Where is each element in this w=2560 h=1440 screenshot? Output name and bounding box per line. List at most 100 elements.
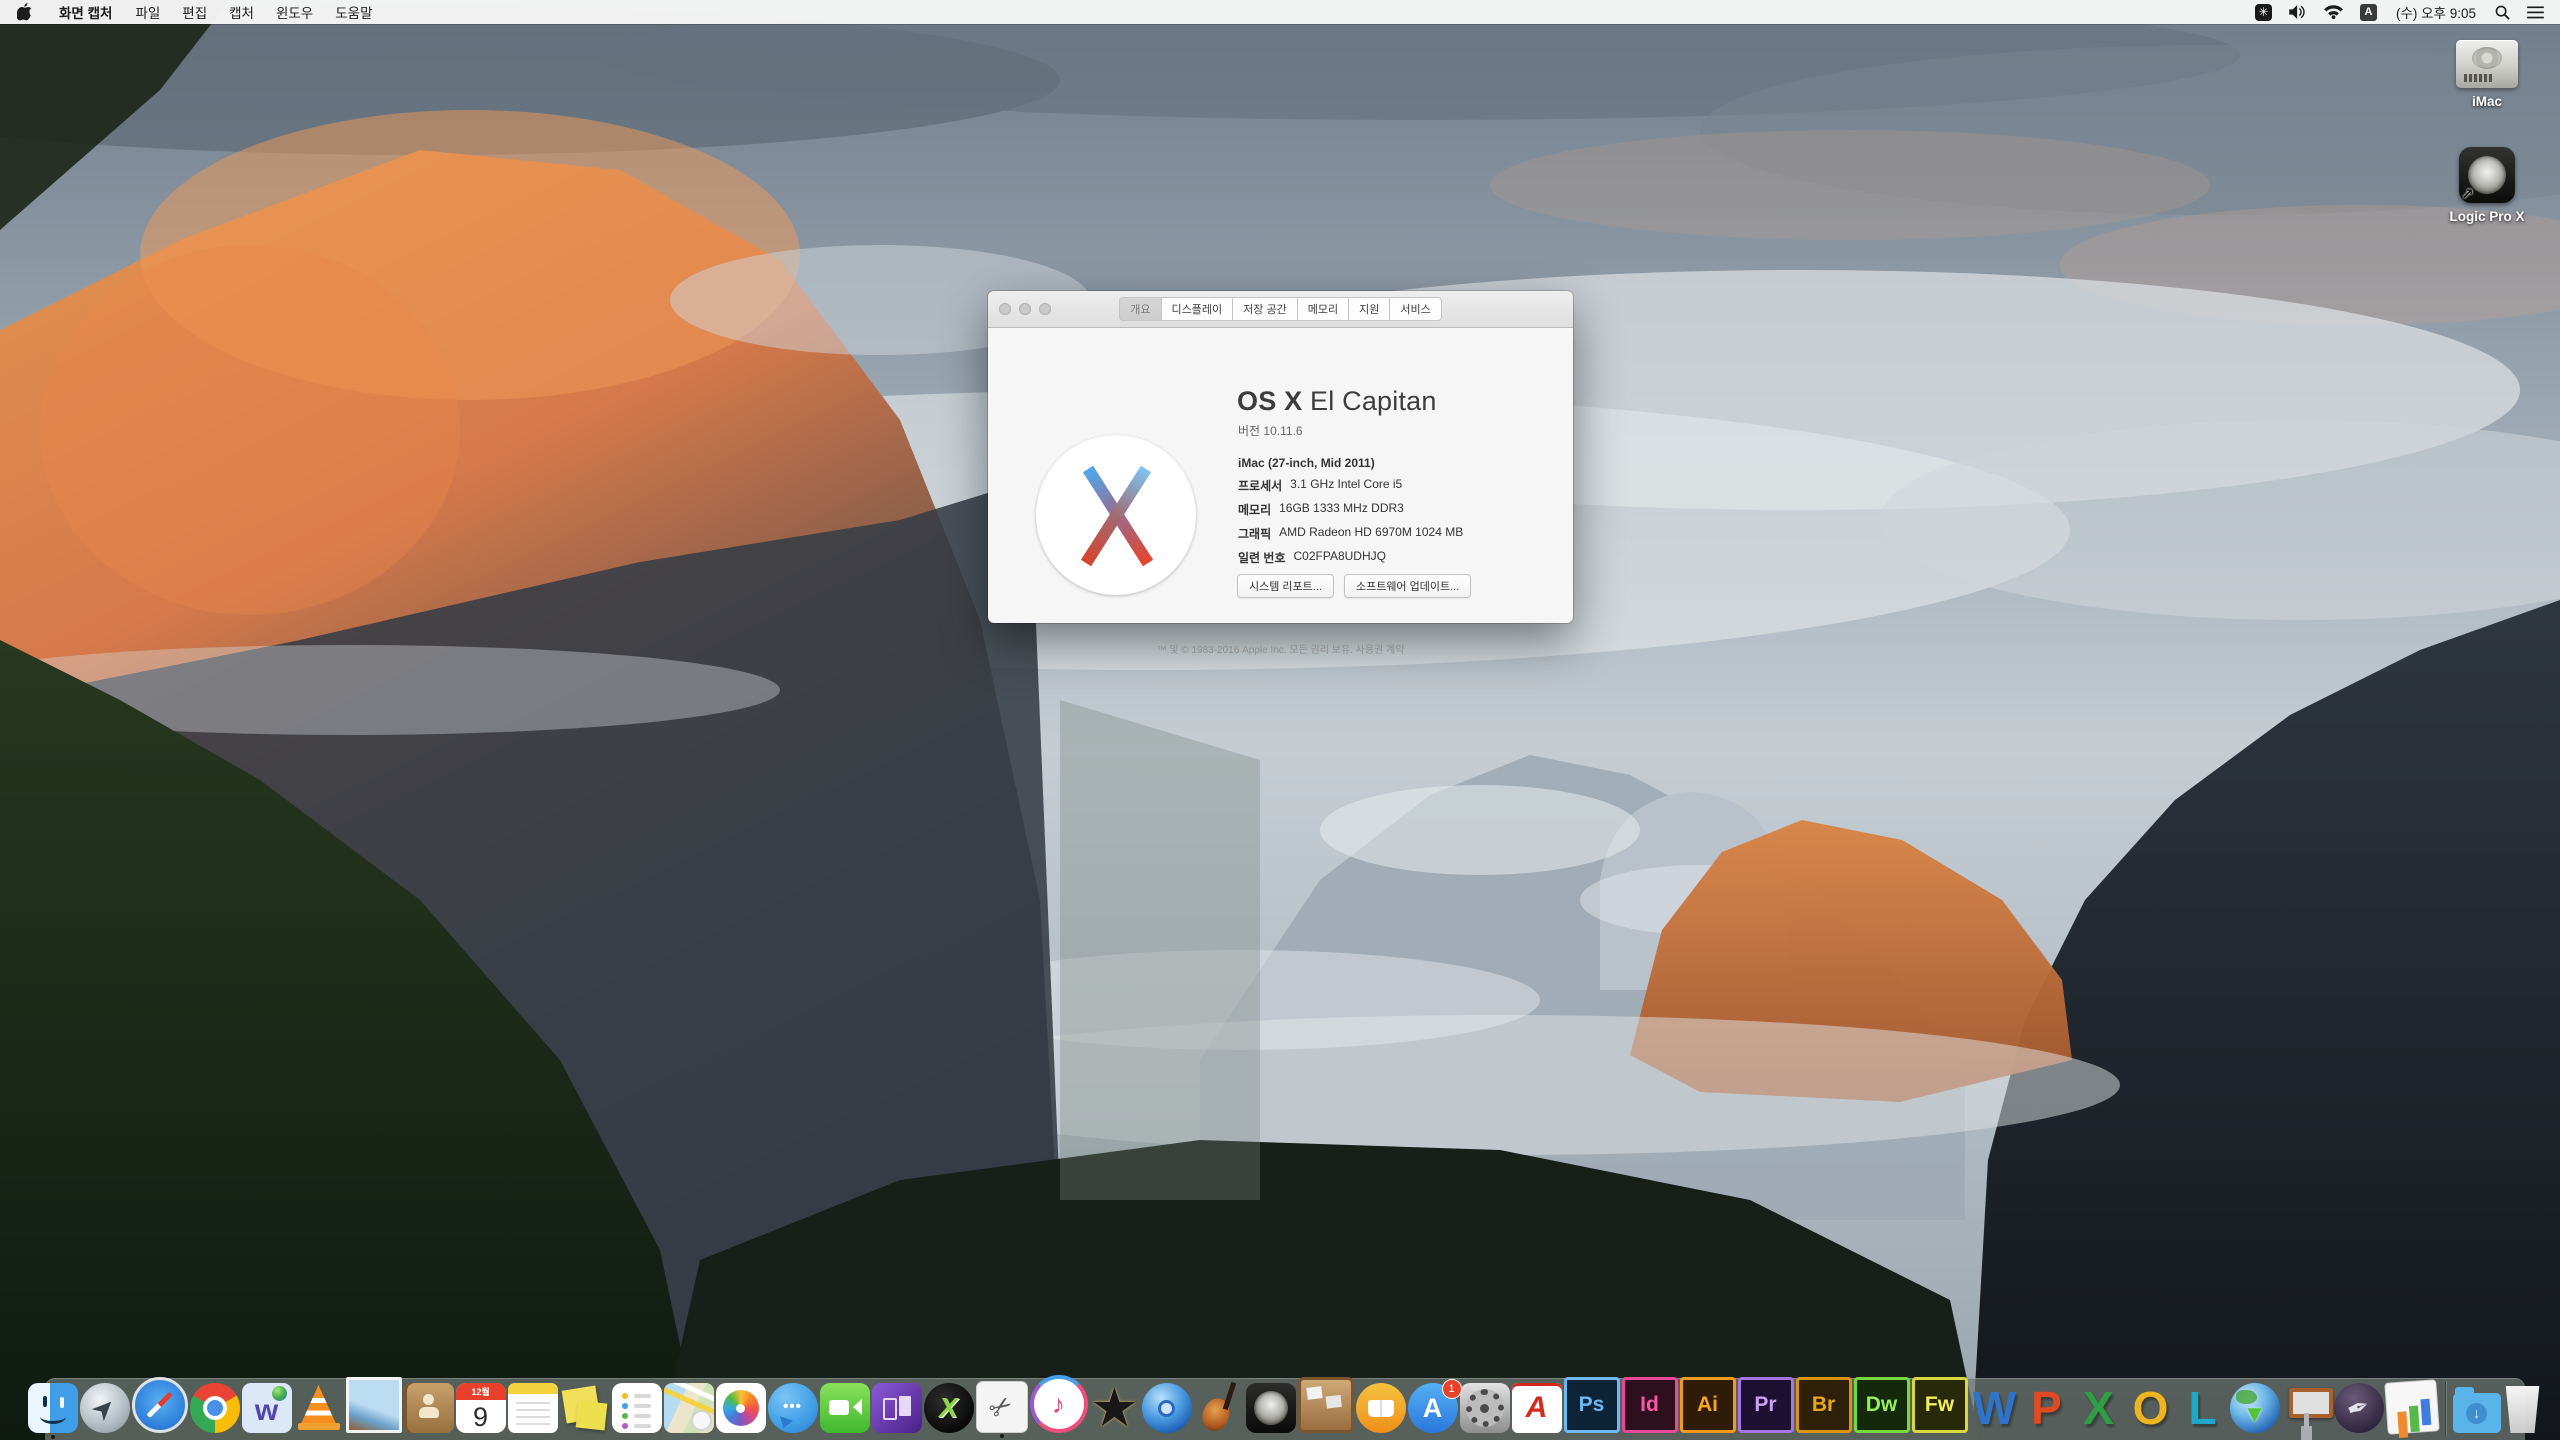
dock-corkboard[interactable]: [1298, 1377, 1354, 1433]
dock-word[interactable]: W: [1970, 1383, 2020, 1433]
pages-icon: ✒: [2343, 1390, 2375, 1427]
dock-excel[interactable]: X: [2074, 1383, 2124, 1433]
dock-safari[interactable]: [132, 1377, 188, 1433]
menu-item-4[interactable]: 윈도우: [265, 6, 324, 21]
dock-dreamweaver[interactable]: Dw: [1854, 1377, 1910, 1433]
wifi-menu-extra[interactable]: [2320, 0, 2347, 24]
dock-web-downloader[interactable]: ▼: [2230, 1383, 2280, 1433]
dock-xee[interactable]: X: [924, 1383, 974, 1433]
dock-outlook[interactable]: O: [2126, 1383, 2176, 1433]
fan-menu-extra[interactable]: ✳: [2251, 0, 2276, 24]
dock-photoshop[interactable]: Ps: [1564, 1377, 1620, 1433]
downloads-folder-icon: ↓: [2466, 1403, 2487, 1424]
messages-icon: •••: [783, 1398, 802, 1415]
dock-grab[interactable]: ✂: [976, 1381, 1028, 1433]
dock-notes[interactable]: [508, 1383, 558, 1433]
dock-stickies[interactable]: [560, 1383, 610, 1433]
desktop-icon-logic-pro-x[interactable]: ↗ Logic Pro X: [2422, 147, 2552, 224]
dock-calendar[interactable]: 12월9: [456, 1383, 506, 1433]
input-source-icon: A: [2360, 4, 2377, 21]
x-glyph-icon: [1036, 435, 1196, 595]
spotlight-menu-extra[interactable]: [2491, 0, 2514, 24]
menu-item-5[interactable]: 도움말: [324, 6, 383, 21]
dock-reminders[interactable]: [612, 1383, 662, 1433]
spec-value: C02FPA8UDHJQ: [1294, 549, 1386, 566]
close-button[interactable]: [999, 303, 1011, 315]
hard-drive-icon: [2456, 40, 2518, 88]
spec-label: 일련 번호: [1238, 549, 1286, 566]
dock-launchpad[interactable]: [80, 1383, 130, 1433]
dock-bridge[interactable]: Br: [1796, 1377, 1852, 1433]
menu-item-3[interactable]: 캡처: [218, 6, 265, 21]
webhard-icon: w: [255, 1396, 278, 1426]
powerpoint-icon: P: [2031, 1383, 2062, 1433]
notification-list-icon: [2527, 6, 2544, 19]
about-this-mac-window: 개요디스플레이저장 공간메모리지원서비스 OS X El Capit: [988, 291, 1573, 623]
spec-value: AMD Radeon HD 6970M 1024 MB: [1279, 525, 1463, 542]
dock-downloads-folder[interactable]: ↓: [2453, 1393, 2501, 1433]
menu-item-2[interactable]: 편집: [171, 6, 218, 21]
dock-keynote[interactable]: [2282, 1383, 2332, 1433]
os-title: OS X El Capitan: [1237, 386, 1437, 417]
dock-contacts[interactable]: [404, 1383, 454, 1433]
dock-ibooks[interactable]: [1356, 1383, 1406, 1433]
tab-2[interactable]: 저장 공간: [1232, 297, 1298, 321]
traffic-lights: [999, 291, 1051, 327]
spec-value: 3.1 GHz Intel Core i5: [1290, 477, 1402, 494]
dock-vlc[interactable]: [294, 1383, 344, 1433]
apple-menu[interactable]: [0, 3, 47, 21]
dock-illustrator[interactable]: Ai: [1680, 1377, 1736, 1433]
dock-facetime[interactable]: [820, 1383, 870, 1433]
dock-numbers[interactable]: [2384, 1379, 2440, 1435]
tab-3[interactable]: 메모리: [1297, 297, 1349, 321]
dock-imovie[interactable]: ★: [1090, 1383, 1140, 1433]
dock-photos[interactable]: [716, 1383, 766, 1433]
window-title-bar[interactable]: 개요디스플레이저장 공간메모리지원서비스: [988, 291, 1573, 328]
dock-indesign[interactable]: Id: [1622, 1377, 1678, 1433]
menu-item-0[interactable]: 화면 캡처: [47, 6, 124, 21]
dock-chrome[interactable]: [190, 1383, 240, 1433]
menu-item-1[interactable]: 파일: [124, 6, 171, 21]
input-source-menu-extra[interactable]: A: [2356, 0, 2381, 24]
dock-powerpoint[interactable]: P: [2022, 1383, 2072, 1433]
tab-5[interactable]: 서비스: [1389, 297, 1441, 321]
dock-system-preferences[interactable]: [1460, 1383, 1510, 1433]
system-report-button[interactable]: 시스템 리포트...: [1237, 574, 1334, 598]
dock-fireworks[interactable]: Fw: [1912, 1377, 1968, 1433]
desktop-icon-imac-drive[interactable]: iMac: [2422, 40, 2552, 109]
desktop-icon-label: iMac: [2422, 94, 2552, 109]
dock-maps[interactable]: [664, 1383, 714, 1433]
app-menus: 화면 캡처파일편집캡처윈도우도움말: [47, 2, 384, 22]
photoshop-icon: Ps: [1579, 1393, 1605, 1417]
tab-1[interactable]: 디스플레이: [1161, 297, 1234, 321]
word-icon: W: [1973, 1383, 2016, 1433]
spec-label: 그래픽: [1238, 525, 1271, 542]
tab-0[interactable]: 개요: [1119, 297, 1161, 321]
about-tabs: 개요디스플레이저장 공간메모리지원서비스: [1119, 297, 1441, 321]
mac-model: iMac (27-inch, Mid 2011): [1238, 456, 1375, 470]
dock-device-manager[interactable]: [872, 1383, 922, 1433]
dock-webhard[interactable]: w: [242, 1383, 292, 1433]
notification-center-menu-extra[interactable]: [2523, 0, 2548, 24]
dock-logic-pro-x[interactable]: [1246, 1383, 1296, 1433]
dock-garageband[interactable]: [1194, 1383, 1244, 1433]
menu-clock[interactable]: (수) 오후 9:05: [2390, 2, 2482, 22]
zoom-button[interactable]: [1039, 303, 1051, 315]
dock-messages[interactable]: •••: [768, 1383, 818, 1433]
dock-itunes[interactable]: ♪: [1030, 1375, 1088, 1433]
tab-4[interactable]: 지원: [1348, 297, 1390, 321]
dock-lync[interactable]: L: [2178, 1383, 2228, 1433]
minimize-button[interactable]: [1019, 303, 1031, 315]
illustrator-icon: Ai: [1697, 1393, 1718, 1417]
dock-app-store[interactable]: A1: [1408, 1383, 1458, 1433]
dock-mail[interactable]: [346, 1377, 402, 1433]
dock-finder[interactable]: [28, 1383, 78, 1433]
dreamweaver-icon: Dw: [1866, 1393, 1898, 1417]
dock-acrobat-reader[interactable]: A: [1512, 1383, 1562, 1433]
spec-row: 그래픽 AMD Radeon HD 6970M 1024 MB: [1238, 525, 1463, 542]
dock-pages[interactable]: ✒: [2334, 1383, 2384, 1433]
dock-idvd[interactable]: [1142, 1383, 1192, 1433]
software-update-button[interactable]: 소프트웨어 업데이트...: [1344, 574, 1471, 598]
volume-menu-extra[interactable]: [2285, 0, 2311, 24]
dock-premiere[interactable]: Pr: [1738, 1377, 1794, 1433]
